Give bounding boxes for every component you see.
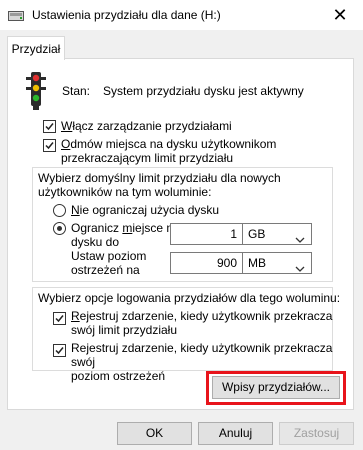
warning-label: Ustaw poziom ostrzeżeń na xyxy=(71,249,147,277)
deny-space-label: Odmów miejsca na dysku użytkownikom prze… xyxy=(61,137,277,165)
limit-unit-value: GB xyxy=(248,227,266,241)
cancel-button[interactable]: Anuluj xyxy=(198,422,273,445)
log-limit-label: Rejestruj zdarzenie, kiedy użytkownik pr… xyxy=(71,309,333,337)
close-button[interactable]: ✕ xyxy=(317,0,363,30)
deny-space-checkbox[interactable] xyxy=(43,139,56,152)
window-title: Ustawienia przydziału dla dane (H:) xyxy=(32,8,221,22)
drive-icon xyxy=(8,8,24,22)
limit-label: Ogranicz miejsce na dysku do xyxy=(71,221,180,249)
warning-value-input[interactable]: 900 xyxy=(170,252,243,274)
title-bar: Ustawienia przydziału dla dane (H:) ✕ xyxy=(0,0,363,30)
quota-entries-button[interactable]: Wpisy przydziałów... xyxy=(212,376,340,399)
status-value: System przydziału dysku jest aktywny xyxy=(103,84,304,98)
log-warning-checkbox[interactable] xyxy=(53,344,66,357)
tab-label: Przydział xyxy=(11,41,61,56)
limit-value-input[interactable]: 1 xyxy=(170,223,243,245)
chevron-down-icon xyxy=(295,259,305,279)
warning-unit-select[interactable]: MB xyxy=(242,252,312,274)
ok-button[interactable]: OK xyxy=(117,422,192,445)
close-icon: ✕ xyxy=(332,4,348,25)
enable-quota-checkbox[interactable] xyxy=(43,120,56,133)
log-limit-checkbox[interactable] xyxy=(53,312,66,325)
limit-radio[interactable] xyxy=(53,222,66,235)
enable-quota-label: Włącz zarządzanie przydziałami xyxy=(61,119,232,133)
status-label: Stan: xyxy=(62,84,91,98)
no-limit-radio[interactable] xyxy=(53,204,66,217)
warning-unit-value: MB xyxy=(248,256,266,270)
apply-button[interactable]: Zastosuj xyxy=(279,422,354,445)
no-limit-label: Nie ograniczaj użycia dysku xyxy=(71,203,220,217)
tab-quota[interactable]: Przydział xyxy=(7,36,65,60)
logging-heading: Wybierz opcje logowania przydziałów dla … xyxy=(38,291,341,305)
default-limit-heading: Wybierz domyślny limit przydziału dla no… xyxy=(38,171,281,199)
traffic-light-icon xyxy=(25,71,47,111)
tab-panel: Stan: System przydziału dysku jest aktyw… xyxy=(7,58,354,410)
chevron-down-icon xyxy=(295,230,305,250)
limit-unit-select[interactable]: GB xyxy=(242,223,312,245)
